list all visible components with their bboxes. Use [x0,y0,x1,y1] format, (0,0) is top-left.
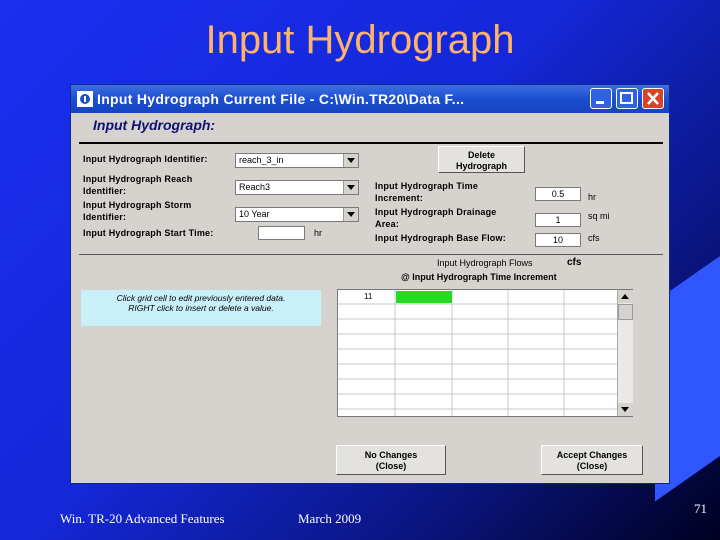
app-icon [77,91,93,107]
input-hydrograph-window: Input Hydrograph Current File - C:\Win.T… [70,84,670,484]
storm-label: Input Hydrograph Storm Identifier: [83,199,191,223]
section-divider [79,254,663,255]
grid-title-line-2: @ Input Hydrograph Time Increment [401,272,557,282]
window-titlebar[interactable]: Input Hydrograph Current File - C:\Win.T… [71,85,669,113]
minimize-icon [596,101,604,104]
baseflow-unit: cfs [588,233,600,243]
reach-label-line-1: Input Hydrograph Reach [83,174,193,184]
start-time-label: Input Hydrograph Start Time: [83,228,214,238]
drainage-label: Input Hydrograph Drainage Area: [375,206,497,230]
window-title: Input Hydrograph Current File - C:\Win.T… [97,91,465,107]
accept-changes-button[interactable]: Accept Changes (Close) [541,445,643,475]
chevron-down-icon[interactable] [343,181,358,194]
reach-value: Reach3 [239,182,271,192]
no-changes-button[interactable]: No Changes (Close) [336,445,446,475]
identifier-combo[interactable]: reach_3_in [235,153,359,168]
identifier-label: Input Hydrograph Identifier: [83,154,208,164]
increment-label-line-2: Increment: [375,193,424,203]
grid-scrollbar[interactable] [617,290,633,416]
delete-button-line-1: Delete [467,150,495,160]
reach-label-line-2: Identifier: [83,186,127,196]
delete-button-line-2: Hydrograph [455,161,507,171]
no-changes-line-2: (Close) [375,461,407,471]
minimize-button[interactable] [590,88,612,109]
grid-first-cell[interactable]: 11 [364,292,372,301]
grid-title-unit: cfs [567,257,582,268]
delete-hydrograph-button[interactable]: Delete Hydrograph [438,146,525,173]
close-button[interactable] [642,88,664,109]
reach-combo[interactable]: Reach3 [235,180,359,195]
baseflow-label: Input Hydrograph Base Flow: [375,233,506,243]
slide-title: Input Hydrograph [205,18,515,62]
scroll-thumb[interactable] [618,304,633,320]
maximize-icon [620,92,633,104]
close-icon [647,92,659,105]
drainage-label-line-2: Area: [375,219,400,229]
note-line-2: RIGHT click to insert or delete a value. [128,303,274,313]
increment-unit: hr [588,192,597,202]
no-changes-line-1: No Changes [364,450,418,460]
scroll-down-icon[interactable] [618,403,633,416]
reach-label: Input Hydrograph Reach Identifier: [83,173,192,197]
baseflow-input[interactable] [535,233,581,247]
drainage-input[interactable] [535,213,581,227]
hydrograph-flow-grid[interactable]: 11 [337,289,633,417]
note-line-1: Click grid cell to edit previously enter… [116,293,286,303]
slide-number: 71 [694,501,707,516]
storm-combo[interactable]: 10 Year [235,207,359,222]
accept-line-2: (Close) [576,461,608,471]
heading-divider [79,142,663,144]
storm-label-line-2: Identifier: [83,212,127,222]
start-time-input[interactable] [258,226,305,240]
increment-label: Input Hydrograph Time Increment: [375,180,478,204]
accept-line-1: Accept Changes [556,450,628,460]
drainage-label-line-1: Input Hydrograph Drainage [375,207,497,217]
grid-selected-cell[interactable] [396,291,452,303]
increment-label-line-1: Input Hydrograph Time [375,181,479,191]
drainage-unit: sq mi [588,211,610,221]
storm-label-line-1: Input Hydrograph Storm [83,200,192,210]
start-time-unit: hr [314,228,323,238]
chevron-down-icon[interactable] [343,154,358,167]
form-heading: Input Hydrograph: [93,117,216,133]
increment-input[interactable] [535,187,581,201]
footer-presentation-title: Win. TR-20 Advanced Features [60,511,225,526]
grid-help-note: Click grid cell to edit previously enter… [81,290,321,326]
identifier-value: reach_3_in [239,155,284,165]
storm-value: 10 Year [239,209,270,219]
footer-date: March 2009 [298,511,362,526]
grid-title-line-1: Input Hydrograph Flows [437,258,533,268]
grid-lines [338,290,632,416]
maximize-button[interactable] [616,88,638,109]
scroll-up-icon[interactable] [618,290,633,303]
chevron-down-icon[interactable] [343,208,358,221]
